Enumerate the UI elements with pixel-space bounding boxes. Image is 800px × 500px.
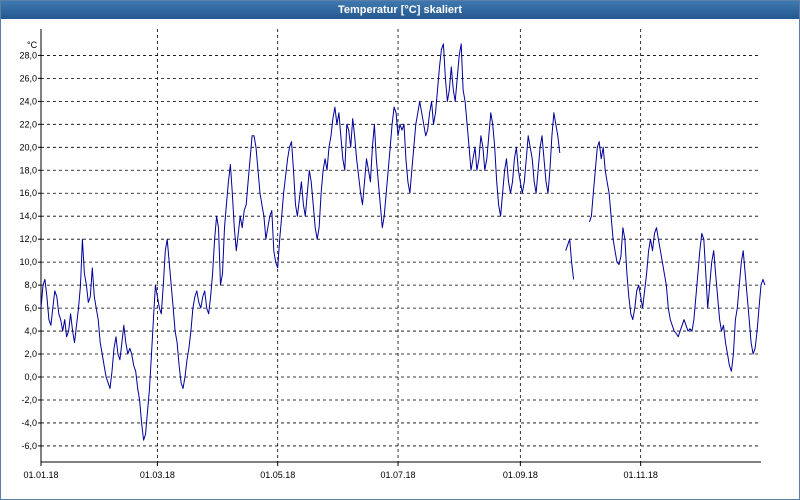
y-tick-label: -4,0: [21, 418, 37, 428]
y-tick-label: -2,0: [21, 395, 37, 405]
y-tick-label: 12,0: [19, 234, 37, 244]
y-tick-label: 20,0: [19, 142, 37, 152]
y-tick-label: 0,0: [24, 372, 37, 382]
y-tick-label: 8,0: [24, 280, 37, 290]
chart-window: Temperatur [°C] skaliert -6,0 -4,0 -2,0 0,0…: [0, 0, 800, 500]
y-tick-label: 10,0: [19, 257, 37, 267]
y-tick-label: 6,0: [24, 303, 37, 313]
y-tick-label: -6,0: [21, 441, 37, 451]
y-tick-label: 4,0: [24, 326, 37, 336]
y-tick-label: 28,0: [19, 50, 37, 60]
x-tick-label: 01.03.18: [140, 470, 175, 480]
x-tick-label: 01.09.18: [503, 470, 538, 480]
x-tick-label: 01.11.18: [623, 470, 657, 480]
y-tick-label: 2,0: [24, 349, 37, 359]
y-tick-label: 26,0: [19, 73, 37, 83]
x-axis-ticks: 01.01.18 01.03.18 01.05.18 01.07.18 01.09.18…: [23, 462, 658, 480]
y-tick-label: 24,0: [19, 96, 37, 106]
window-title: Temperatur [°C] skaliert: [1, 1, 799, 19]
y-tick-label: 22,0: [19, 119, 37, 129]
x-tick-label: 01.07.18: [381, 470, 416, 480]
y-tick-label: 14,0: [19, 211, 37, 221]
y-tick-label: 16,0: [19, 188, 37, 198]
temperature-chart: -6,0 -4,0 -2,0 0,0 2,0 4,0 6,0 8,0 10,0 12,0 14,0 1…: [19, 29, 766, 480]
y-axis-ticks: -6,0 -4,0 -2,0 0,0 2,0 4,0 6,0 8,0 10,0 12,0 14,0 1…: [19, 50, 41, 451]
x-tick-label: 01.01.18: [23, 470, 58, 480]
x-tick-label: 01.05.18: [260, 470, 295, 480]
y-tick-label: 18,0: [19, 165, 37, 175]
y-axis-unit-label: °C: [27, 40, 38, 50]
